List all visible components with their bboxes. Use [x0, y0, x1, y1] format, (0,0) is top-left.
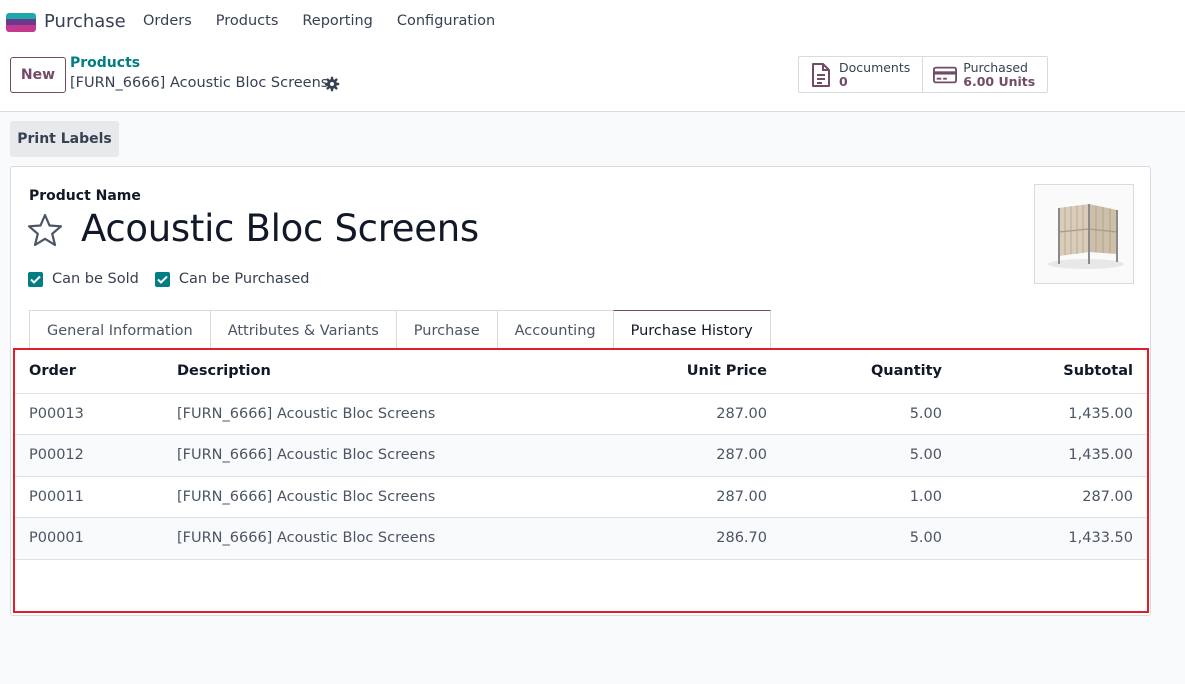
documents-smart-button[interactable]: Documents 0: [799, 57, 922, 92]
table-header-row: Order Description Unit Price Quantity Su…: [15, 350, 1147, 394]
column-quantity[interactable]: Quantity: [781, 350, 956, 394]
cell-subtotal: 1,435.00: [956, 393, 1147, 435]
documents-label: Documents: [839, 59, 911, 75]
new-button[interactable]: New: [10, 57, 66, 93]
cell-quantity: 5.00: [781, 434, 956, 477]
table-row[interactable]: P00012 [FURN_6666] Acoustic Bloc Screens…: [15, 434, 1147, 477]
print-labels-button[interactable]: Print Labels: [10, 121, 119, 157]
cell-unit-price: 286.70: [563, 517, 781, 560]
cell-description: [FURN_6666] Acoustic Bloc Screens: [163, 434, 563, 477]
can-be-sold-label: Can be Sold: [52, 271, 139, 287]
cell-subtotal: 287.00: [956, 476, 1147, 518]
purchased-value: 6.00 Units: [963, 73, 1036, 89]
column-unit-price[interactable]: Unit Price: [563, 350, 781, 394]
cell-unit-price: 287.00: [563, 434, 781, 477]
checkmark-icon: [154, 271, 170, 287]
column-description[interactable]: Description: [163, 350, 563, 394]
form-tabs: General Information Attributes & Variant…: [29, 310, 771, 350]
menu-reporting[interactable]: Reporting: [302, 13, 373, 29]
table-row[interactable]: P00013 [FURN_6666] Acoustic Bloc Screens…: [15, 393, 1147, 435]
cell-description: [FURN_6666] Acoustic Bloc Screens: [163, 517, 563, 560]
smart-buttons: Documents 0 Purchased 6.00 Units: [798, 56, 1049, 93]
top-navbar: Purchase Orders Products Reporting Confi…: [0, 0, 1185, 44]
cell-quantity: 5.00: [781, 517, 956, 560]
cell-order: P00011: [15, 476, 163, 518]
cell-quantity: 5.00: [781, 393, 956, 435]
product-image[interactable]: [1034, 184, 1134, 284]
tab-purchase[interactable]: Purchase: [395, 310, 498, 350]
purchased-label: Purchased: [963, 59, 1028, 75]
cell-quantity: 1.00: [781, 476, 956, 518]
column-order[interactable]: Order: [15, 350, 163, 394]
menu-products[interactable]: Products: [216, 13, 279, 29]
cell-order: P00001: [15, 517, 163, 560]
can-be-purchased-label: Can be Purchased: [178, 271, 310, 287]
favorite-star-icon[interactable]: [27, 213, 63, 247]
main-menu: Orders Products Reporting Configuration: [143, 13, 519, 29]
product-name-label: Product Name: [29, 188, 141, 204]
gear-icon[interactable]: [324, 76, 340, 92]
purchase-app-icon[interactable]: [6, 13, 36, 32]
column-subtotal[interactable]: Subtotal: [956, 350, 1147, 394]
credit-card-icon: [933, 63, 958, 87]
cell-order: P00012: [15, 434, 163, 477]
tab-accounting[interactable]: Accounting: [496, 310, 614, 350]
table-row[interactable]: P00011 [FURN_6666] Acoustic Bloc Screens…: [15, 476, 1147, 518]
control-panel: New Products [FURN_6666] Acoustic Bloc S…: [0, 44, 1185, 112]
product-name-field[interactable]: Acoustic Bloc Screens: [81, 207, 479, 250]
cell-subtotal: 1,435.00: [956, 434, 1147, 477]
purchase-history-table: Order Description Unit Price Quantity Su…: [13, 348, 1149, 613]
checkmark-icon: [28, 271, 43, 287]
cell-order: P00013: [15, 393, 163, 435]
menu-orders[interactable]: Orders: [143, 13, 192, 29]
can-be-purchased-checkbox[interactable]: Can be Purchased: [154, 271, 310, 287]
tab-general-information[interactable]: General Information: [29, 310, 211, 350]
breadcrumb-products[interactable]: Products: [70, 55, 140, 71]
product-options: Can be Sold Can be Purchased: [28, 271, 325, 287]
purchased-smart-button[interactable]: Purchased 6.00 Units: [922, 57, 1047, 92]
table-row[interactable]: P00001 [FURN_6666] Acoustic Bloc Screens…: [15, 517, 1147, 560]
cell-description: [FURN_6666] Acoustic Bloc Screens: [163, 393, 563, 435]
menu-configuration[interactable]: Configuration: [397, 13, 495, 29]
can-be-sold-checkbox[interactable]: Can be Sold: [28, 271, 139, 287]
breadcrumb-current: [FURN_6666] Acoustic Bloc Screens: [70, 75, 329, 91]
cell-unit-price: 287.00: [563, 476, 781, 518]
app-name[interactable]: Purchase: [44, 11, 126, 32]
document-icon: [809, 62, 833, 87]
cell-description: [FURN_6666] Acoustic Bloc Screens: [163, 476, 563, 518]
tab-attributes-variants[interactable]: Attributes & Variants: [209, 310, 397, 350]
cell-unit-price: 287.00: [563, 393, 781, 435]
cell-subtotal: 1,433.50: [956, 517, 1147, 560]
documents-count: 0: [839, 73, 848, 89]
acoustic-screen-image: [1048, 204, 1124, 269]
tab-purchase-history[interactable]: Purchase History: [612, 310, 771, 350]
